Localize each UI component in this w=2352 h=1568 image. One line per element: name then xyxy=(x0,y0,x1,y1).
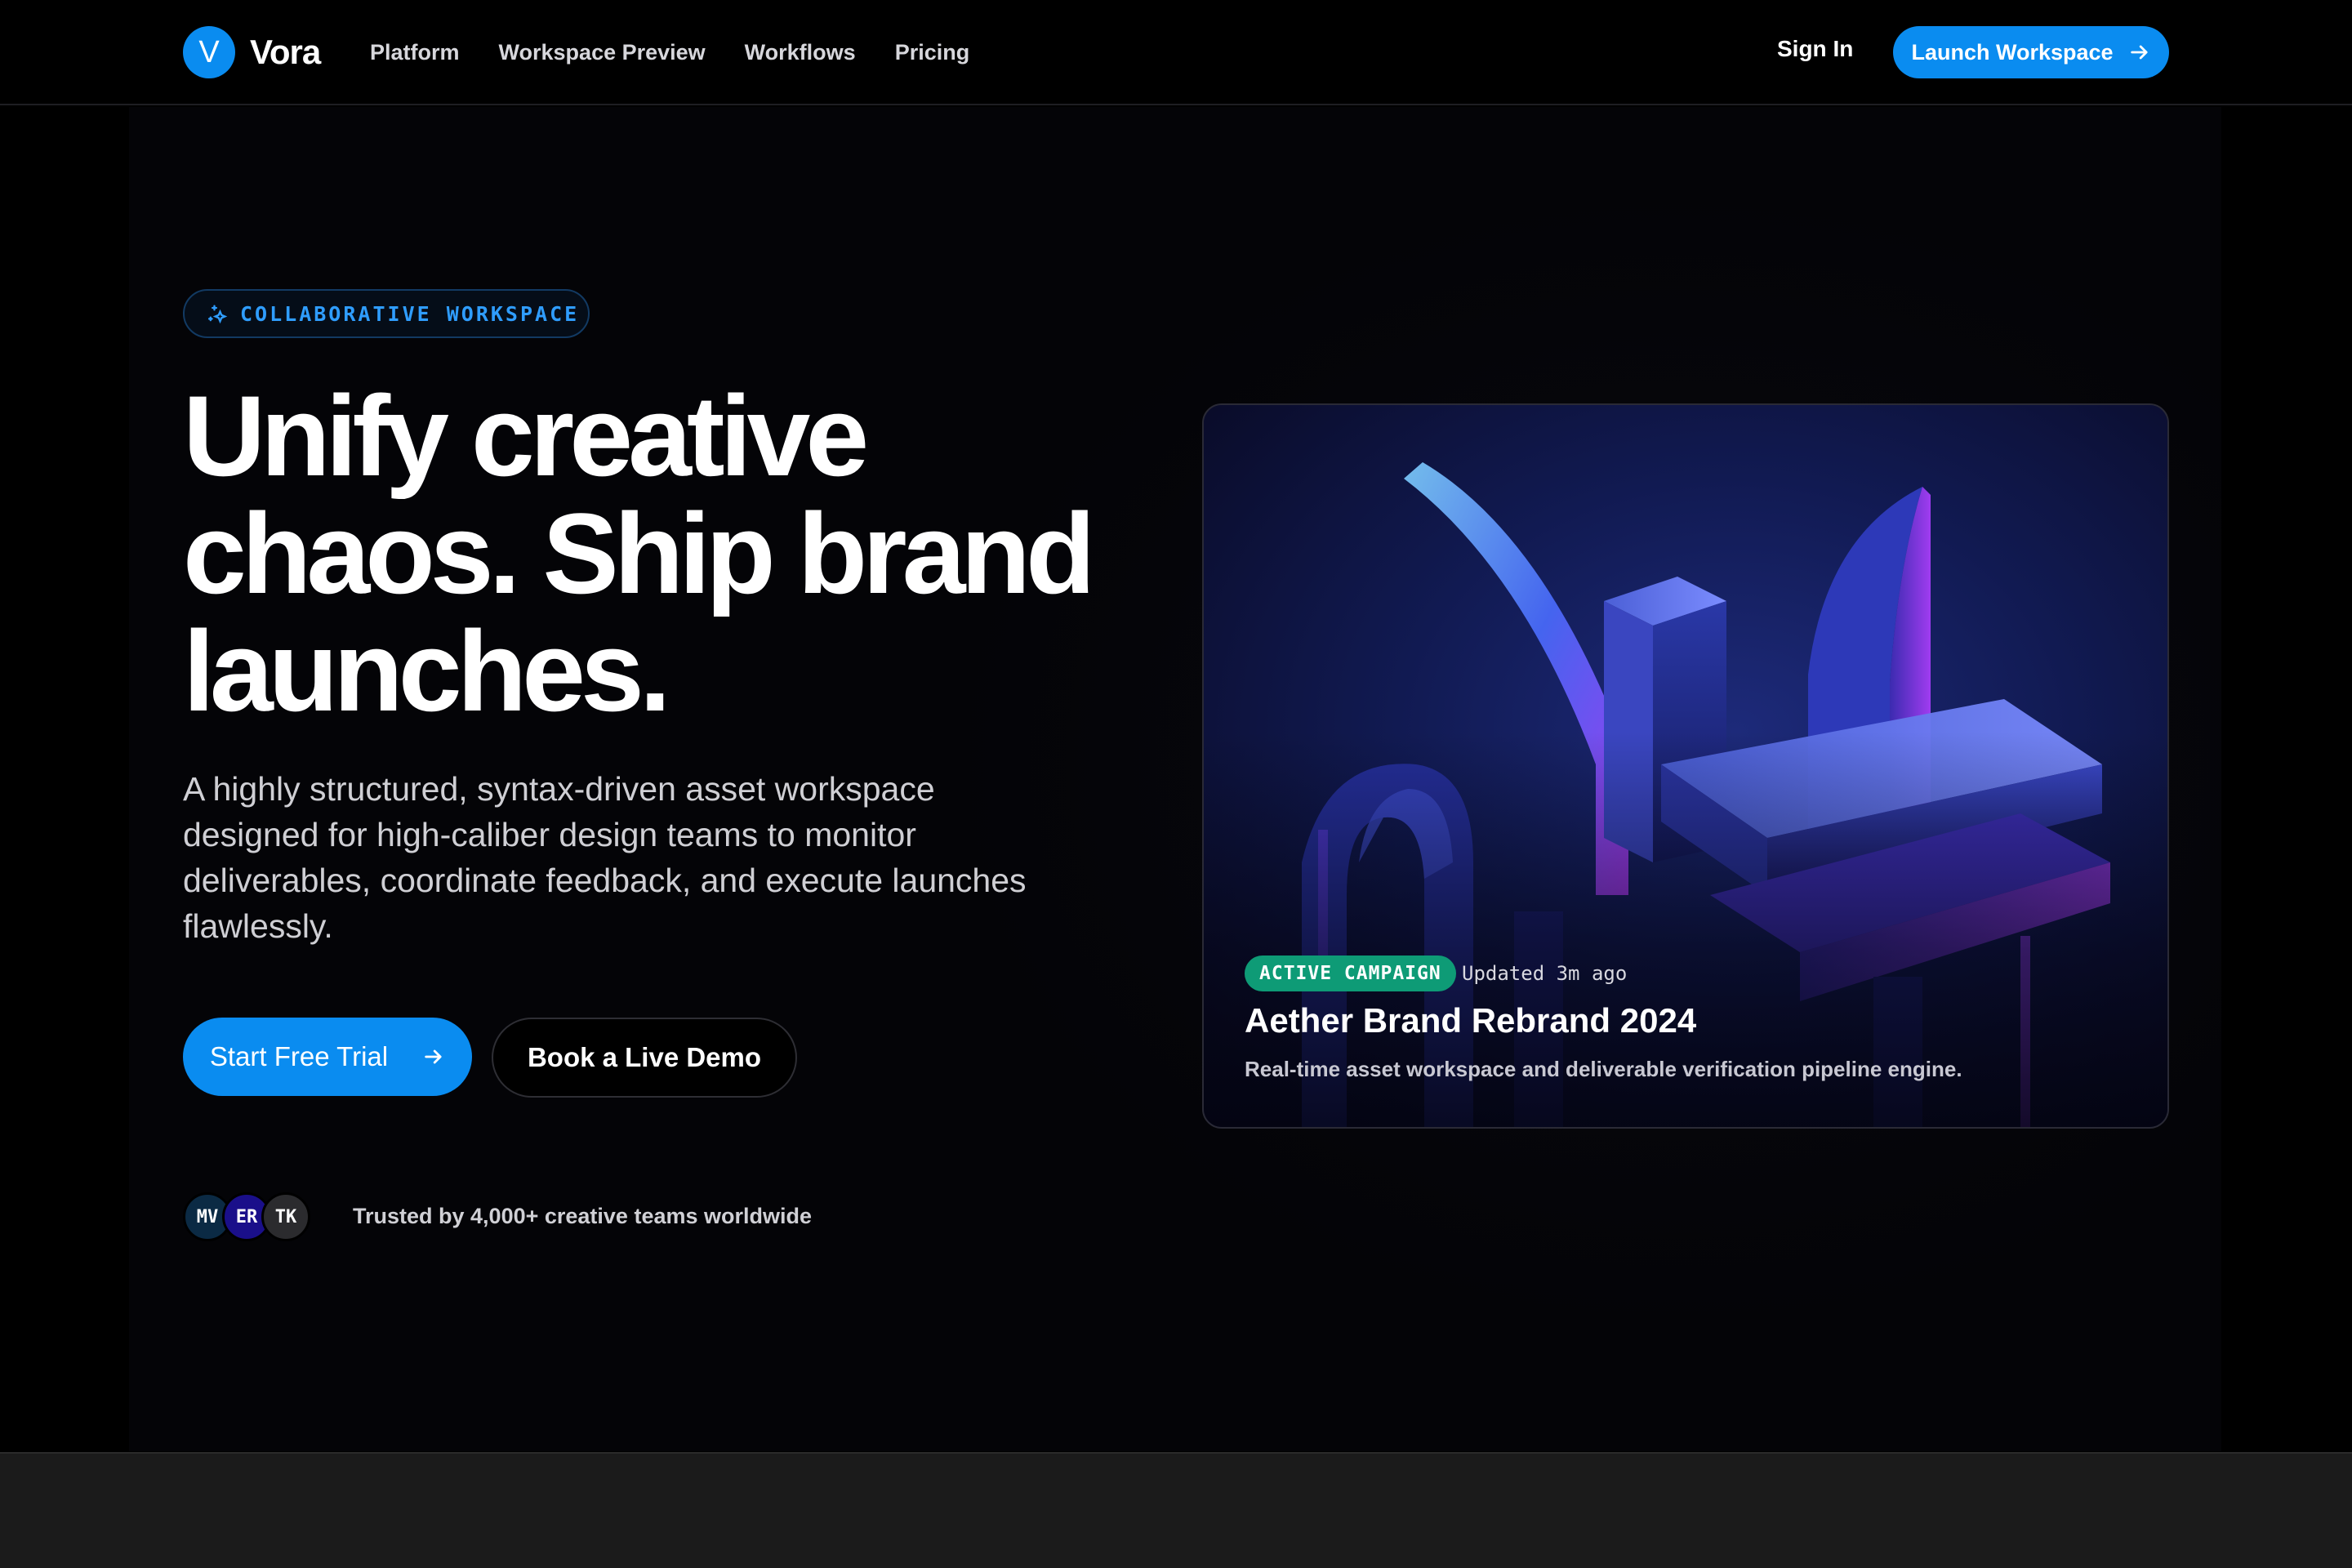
campaign-title: Aether Brand Rebrand 2024 xyxy=(1245,1001,1697,1040)
nav-link-pricing[interactable]: Pricing xyxy=(895,40,970,65)
top-nav: V Vora Platform Workspace Preview Workfl… xyxy=(0,0,2352,105)
badge-label: COLLABORATIVE WORKSPACE xyxy=(240,301,580,326)
nav-link-workflows[interactable]: Workflows xyxy=(745,40,856,65)
avatar: TK xyxy=(261,1192,310,1241)
hero-headline: Unify creative chaos. Ship brand launche… xyxy=(183,377,1196,730)
brand-logo[interactable]: V Vora xyxy=(183,26,321,78)
hero-description: A highly structured, syntax-driven asset… xyxy=(183,770,1027,945)
nav-link-platform[interactable]: Platform xyxy=(370,40,460,65)
updated-timestamp: Updated 3m ago xyxy=(1462,962,1628,985)
v-logo-icon: V xyxy=(183,26,235,78)
nav-link-workspace-preview[interactable]: Workspace Preview xyxy=(499,40,706,65)
start-free-trial-label: Start Free Trial xyxy=(209,1041,389,1071)
headline-line-2: chaos. Ship brand xyxy=(183,489,1096,617)
headline-line-1: Unify creative xyxy=(183,372,869,500)
sparkle-icon xyxy=(207,305,228,324)
book-demo-label: Book a Live Demo xyxy=(527,1042,762,1072)
trusted-by-text: Trusted by 4,000+ creative teams worldwi… xyxy=(353,1204,813,1228)
launch-workspace-label: Launch Workspace xyxy=(1911,39,2114,65)
collaborative-workspace-badge: COLLABORATIVE WORKSPACE xyxy=(183,289,590,338)
book-demo-button[interactable]: Book a Live Demo xyxy=(492,1018,797,1098)
arrow-right-icon xyxy=(2130,45,2148,60)
nav-links: Platform Workspace Preview Workflows Pri… xyxy=(370,33,969,72)
arrow-right-icon xyxy=(425,1049,442,1064)
start-free-trial-button[interactable]: Start Free Trial xyxy=(183,1018,472,1096)
headline-line-3: launches. xyxy=(183,607,671,735)
status-badge: ACTIVE CAMPAIGN xyxy=(1245,956,1456,991)
sign-in-link[interactable]: Sign In xyxy=(1777,36,1853,62)
launch-workspace-button[interactable]: Launch Workspace xyxy=(1893,26,2169,78)
next-section-band xyxy=(0,1452,2352,1568)
campaign-description: Real-time asset workspace and deliverabl… xyxy=(1245,1057,1962,1081)
brand-name: Vora xyxy=(250,33,321,71)
avatar-stack: MV ER TK xyxy=(183,1192,310,1241)
campaign-preview-card[interactable]: ACTIVE CAMPAIGN Updated 3m ago Aether Br… xyxy=(1202,403,2169,1129)
